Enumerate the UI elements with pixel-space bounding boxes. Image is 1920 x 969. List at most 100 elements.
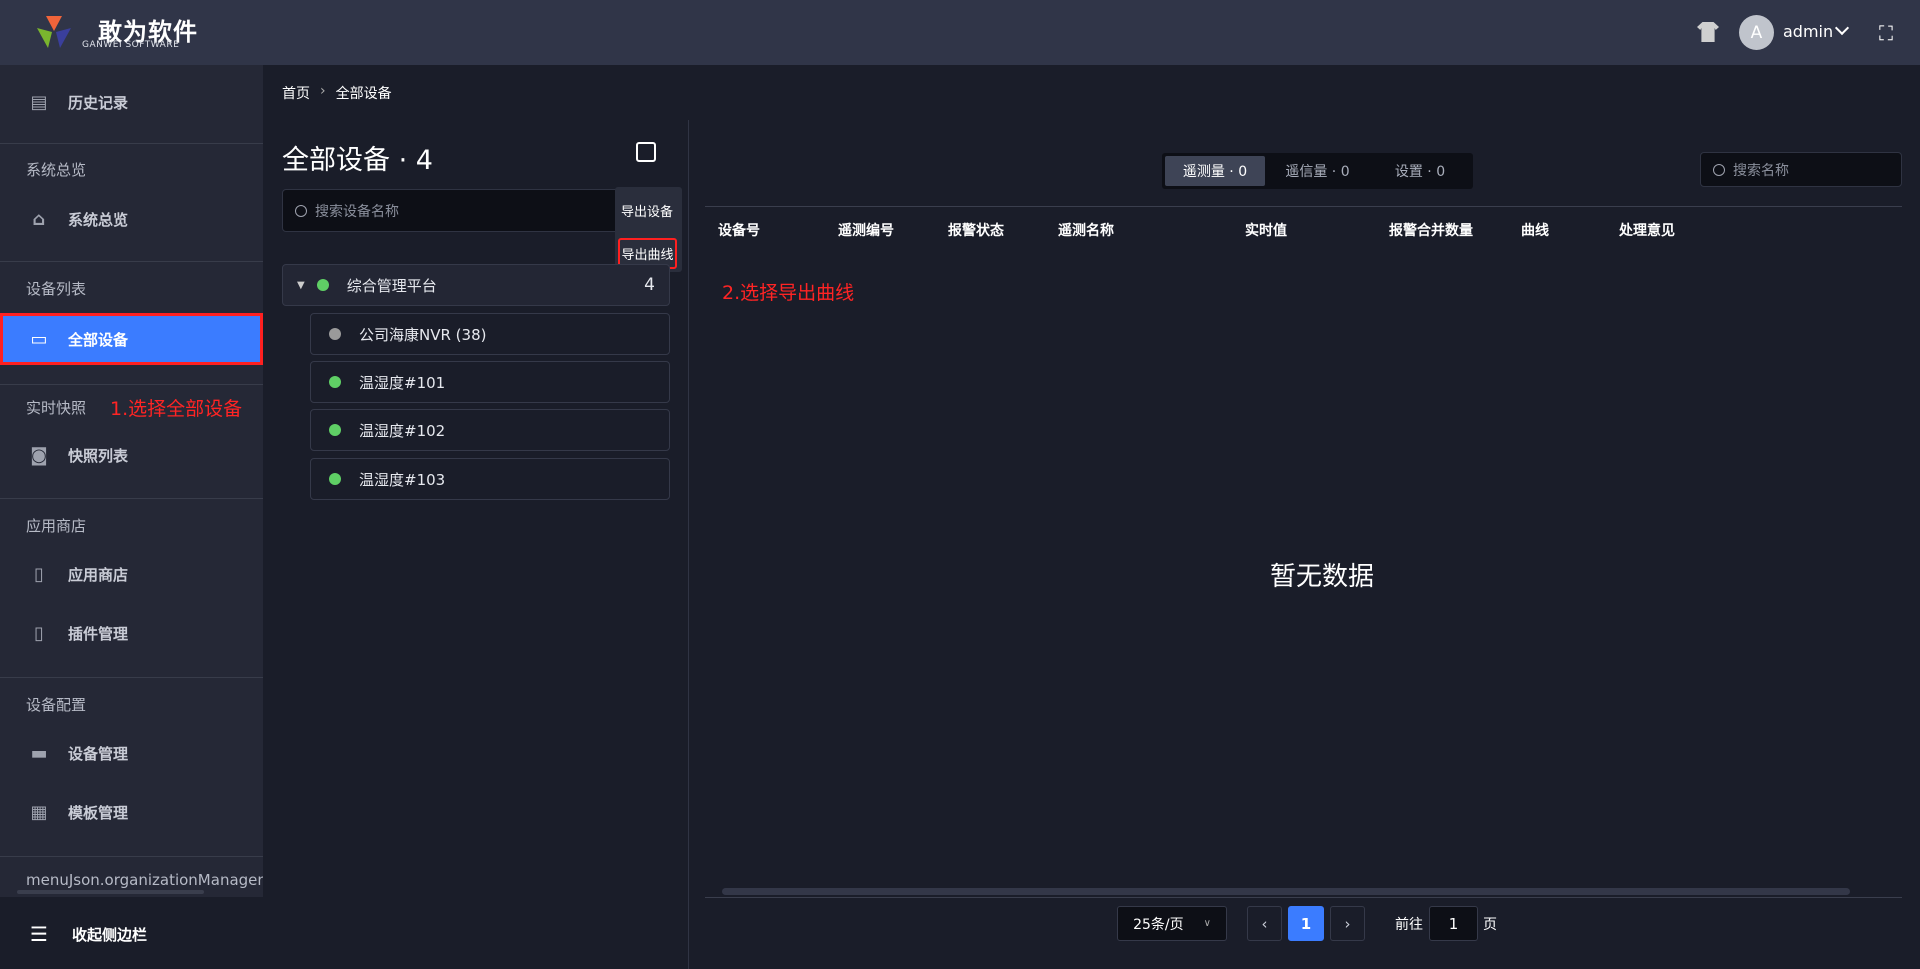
next-page-button[interactable]: › <box>1330 906 1365 941</box>
brand-subtitle: GANWEI SOFTWARE <box>82 40 180 50</box>
section-label: menuJson.organizationManagement <box>26 871 263 889</box>
section-label: 设备列表 <box>26 280 87 298</box>
tree-child-node[interactable]: 温湿度#102 <box>310 409 670 451</box>
horizontal-scrollbar[interactable] <box>722 888 1850 895</box>
point-search-input[interactable]: 搜索名称 <box>1700 152 1902 187</box>
divider <box>0 143 263 144</box>
divider <box>0 384 263 385</box>
search-icon <box>1713 163 1725 176</box>
column-header: 设备号 <box>718 223 760 239</box>
sidebar-item-label: 历史记录 <box>68 93 129 112</box>
divider <box>0 856 263 857</box>
tree-node-label: 综合管理平台 <box>346 276 437 295</box>
goto-page-input[interactable]: 1 <box>1429 906 1478 941</box>
export-devices-option[interactable]: 导出设备 <box>621 201 673 220</box>
monitor-icon: ▭ <box>30 328 48 350</box>
search-icon <box>295 204 307 217</box>
device-settings-icon: ▬ <box>30 742 48 764</box>
page-size-value: 25条/页 <box>1133 916 1184 933</box>
annotation-step-2: 2.选择导出曲线 <box>722 282 855 304</box>
goto-label: 前往 <box>1395 917 1423 933</box>
status-dot <box>329 473 341 485</box>
chevron-right-icon: › <box>320 83 326 99</box>
export-icon[interactable] <box>636 142 656 162</box>
username[interactable]: admin <box>1783 22 1833 41</box>
section-label: 设备配置 <box>26 696 87 714</box>
tree-child-node[interactable]: 温湿度#101 <box>310 361 670 403</box>
column-header: 报警合并数量 <box>1389 223 1473 239</box>
sidebar-item-overview[interactable]: ⌂ 系统总览 <box>0 193 263 245</box>
sidebar-item-label: 快照列表 <box>68 446 129 465</box>
breadcrumb-home[interactable]: 首页 <box>282 83 310 103</box>
sidebar-item-label: 设备管理 <box>68 744 129 763</box>
tree-child-node[interactable]: 公司海康NVR (38) <box>310 313 670 355</box>
sidebar-scrollbar[interactable] <box>17 890 204 894</box>
tab-telesignal[interactable]: 遥信量 · 0 <box>1265 161 1370 181</box>
tree-root-node[interactable]: ▼ 综合管理平台 4 <box>282 264 670 306</box>
sidebar-item-templates[interactable]: ▦ 模板管理 <box>0 786 263 838</box>
chevron-down-icon[interactable] <box>1834 20 1850 36</box>
column-header: 处理意见 <box>1619 223 1675 239</box>
breadcrumb-current: 全部设备 <box>335 86 392 102</box>
search-placeholder: 搜索名称 <box>1733 162 1789 179</box>
prev-page-button[interactable]: ‹ <box>1247 906 1282 941</box>
tree-node-count: 4 <box>644 275 655 295</box>
tab-telemetry[interactable]: 遥测量 · 0 <box>1165 156 1265 186</box>
template-icon: ▦ <box>30 801 48 823</box>
sidebar-item-history[interactable]: ▤ 历史记录 <box>0 76 263 128</box>
divider <box>0 677 263 678</box>
point-type-tabs: 遥测量 · 0 遥信量 · 0 设置 · 0 <box>1162 153 1473 189</box>
home-icon: ⌂ <box>32 208 46 230</box>
camera-icon: ◙ <box>30 444 48 466</box>
theme-shirt-icon[interactable] <box>1697 22 1719 42</box>
table-top-border <box>705 206 1902 207</box>
status-dot <box>316 279 329 291</box>
column-header: 报警状态 <box>948 223 1004 239</box>
breadcrumb: 首页 › 全部设备 <box>282 83 392 103</box>
collapse-sidebar-button[interactable]: 收起侧边栏 <box>72 924 147 945</box>
logo-icon <box>37 16 71 48</box>
divider <box>0 498 263 499</box>
table-bottom-border <box>705 897 1902 898</box>
annotation-step-1: 1.选择全部设备 <box>110 398 243 420</box>
sidebar-item-app-store[interactable]: ▯ 应用商店 <box>0 548 263 600</box>
chevron-down-icon: ∨ <box>1203 918 1211 929</box>
section-label: 实时快照 <box>26 399 87 417</box>
tree-node-label: 温湿度#103 <box>359 470 446 489</box>
status-dot <box>329 376 341 388</box>
sidebar-item-device-management[interactable]: ▬ 设备管理 <box>0 727 263 779</box>
tree-node-label: 温湿度#101 <box>359 373 446 392</box>
section-label: 应用商店 <box>26 517 87 535</box>
search-placeholder: 搜索设备名称 <box>315 203 399 220</box>
page-suffix: 页 <box>1483 917 1497 933</box>
sidebar-item-label: 应用商店 <box>68 565 129 584</box>
fullscreen-icon[interactable]: ⛶ <box>1879 23 1893 43</box>
sidebar-item-snapshots[interactable]: ◙ 快照列表 <box>0 429 263 481</box>
sidebar-item-plugins[interactable]: ▯ 插件管理 <box>0 607 263 659</box>
status-dot <box>329 424 341 436</box>
section-label: 系统总览 <box>26 161 87 179</box>
tablet-icon: ▯ <box>34 563 44 585</box>
column-header: 遥测编号 <box>838 223 894 239</box>
tab-settings[interactable]: 设置 · 0 <box>1370 161 1470 181</box>
sidebar-item-label: 插件管理 <box>68 624 129 643</box>
top-header: 敢为软件 GANWEI SOFTWARE A admin ⛶ <box>0 0 1920 65</box>
sidebar-item-all-devices[interactable]: ▭ 全部设备 <box>0 313 263 365</box>
avatar[interactable]: A <box>1739 15 1774 50</box>
page-1-button[interactable]: 1 <box>1288 906 1324 941</box>
empty-state: 暂无数据 <box>1269 562 1374 592</box>
tree-node-label: 温湿度#102 <box>359 421 446 440</box>
panel-title: 全部设备 · 4 <box>282 145 433 176</box>
tree-child-node[interactable]: 温湿度#103 <box>310 458 670 500</box>
sidebar-item-label: 系统总览 <box>68 210 129 229</box>
page-size-select[interactable]: 25条/页 ∨ <box>1117 906 1227 941</box>
sidebar-item-label: 模板管理 <box>68 803 129 822</box>
collapse-icon[interactable]: ☰ <box>30 922 48 946</box>
column-header: 曲线 <box>1521 223 1549 239</box>
panel-divider <box>688 120 689 969</box>
caret-down-icon[interactable]: ▼ <box>297 280 305 291</box>
history-icon: ▤ <box>30 91 48 113</box>
tablet-icon: ▯ <box>34 622 44 644</box>
device-search-input[interactable]: 搜索设备名称 <box>282 189 672 232</box>
tree-node-label: 公司海康NVR (38) <box>359 325 487 344</box>
